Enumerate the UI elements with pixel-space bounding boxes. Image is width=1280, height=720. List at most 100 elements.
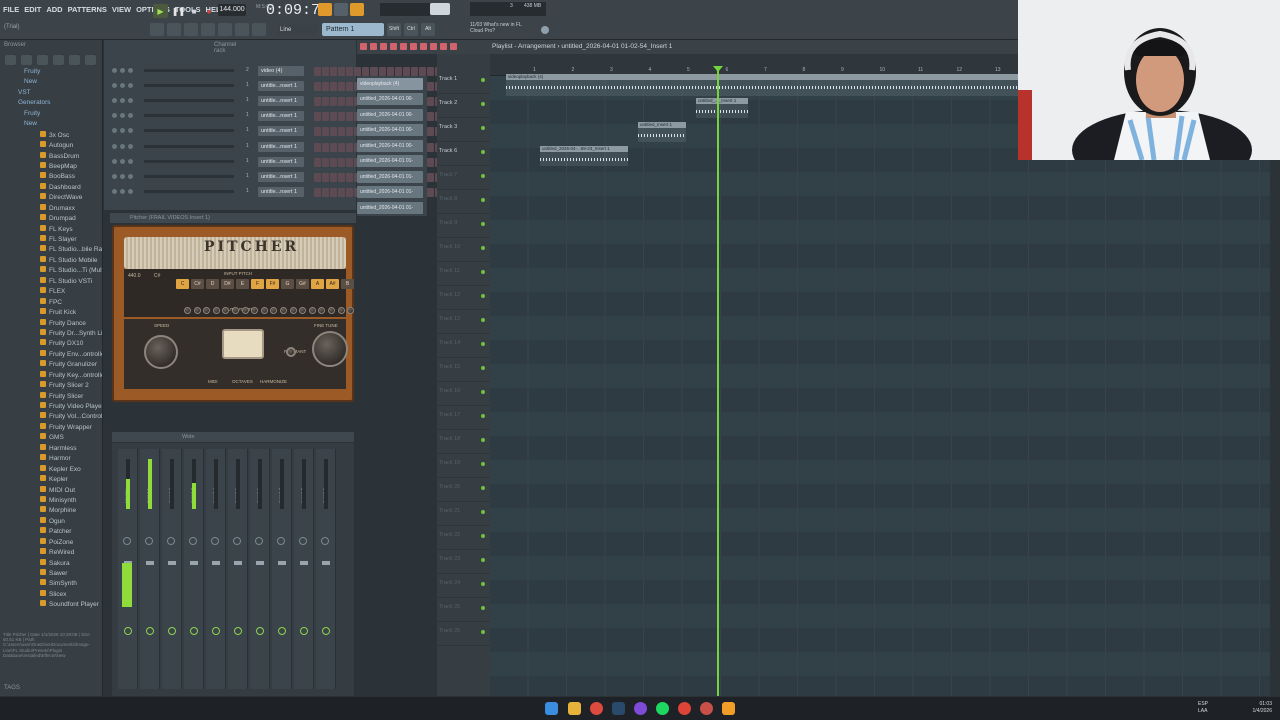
step-button[interactable] [338,142,346,152]
track-active-led[interactable] [481,174,485,178]
tempo-display[interactable]: 144.000 [218,4,246,16]
step-button[interactable] [338,97,346,107]
pitcher-key-button[interactable]: G# [296,279,309,289]
step-button[interactable] [314,187,322,197]
channel-led-icon[interactable] [120,188,125,194]
route-knob[interactable] [124,627,132,635]
track-active-led[interactable] [481,510,485,514]
track-active-led[interactable] [481,78,485,82]
chrome-icon[interactable] [590,702,603,715]
track-active-led[interactable] [481,582,485,586]
mixer-shortcut-icon[interactable] [201,23,215,36]
channel-led-icon[interactable] [112,143,117,149]
step-button[interactable] [386,67,394,76]
channel-led-icon[interactable] [120,83,125,89]
menu-patterns[interactable]: PATTERNS [68,5,107,14]
step-button[interactable] [346,97,354,107]
online-icon[interactable] [541,26,549,34]
browser-item[interactable]: Fruit Kick [4,308,102,318]
pitcher-small-knob[interactable] [328,307,335,314]
channel-row[interactable]: 1 untitle...nsert 1 [104,94,442,109]
browser-item[interactable]: Patcher [4,527,102,537]
pan-knob[interactable] [189,537,197,545]
record-button[interactable]: ● [203,4,215,18]
track-active-led[interactable] [481,534,485,538]
channel-row[interactable]: 2 video (4) [104,64,442,79]
browser-forward-icon[interactable] [37,55,48,65]
step-button[interactable] [322,112,330,122]
browser-item[interactable]: DirectWave [4,193,102,203]
browser-item[interactable]: Fruity Wrapper [4,422,102,433]
mode-shift-button[interactable]: Shift [387,23,401,36]
browser-item[interactable]: Drumpad [4,214,102,224]
channel-led-icon[interactable] [128,128,133,134]
volume-fader[interactable] [322,561,330,565]
step-button[interactable] [322,187,330,197]
step-button[interactable] [402,67,410,76]
zoom-icon[interactable] [440,43,447,50]
track-header[interactable]: Track 6 [437,142,490,166]
picker-item[interactable]: untitled_2026-04-01 01- [357,169,427,185]
browser-item[interactable]: Kepler [4,475,102,485]
steam-icon[interactable] [612,702,625,715]
browser-item[interactable]: GMS [4,433,102,443]
mixer-strip[interactable]: Insert 1 [140,449,160,689]
channel-slider[interactable] [144,84,234,88]
pitcher-small-knob[interactable] [184,307,191,314]
browser-item[interactable]: FLEX [4,287,102,297]
step-button[interactable] [314,112,322,122]
track-header[interactable]: Track 25 [437,598,490,622]
pattern-selector[interactable]: Pattern 1 [322,23,384,36]
browser-star-icon[interactable] [85,55,96,65]
browser-item[interactable]: New [4,120,102,130]
track-header[interactable]: Track 24 [437,574,490,598]
channel-name-button[interactable]: untitle...nsert 1 [258,171,304,182]
news-panel[interactable]: 11/03 What's new in FL Cloud Pro? [470,22,522,34]
pitcher-key-button[interactable]: F [251,279,264,289]
snap-selector[interactable]: Line [277,25,317,35]
channel-led-icon[interactable] [112,113,117,119]
channel-led-icon[interactable] [112,128,117,134]
route-knob[interactable] [234,627,242,635]
pitcher-small-knob[interactable] [212,307,220,314]
channel-mixer-track[interactable]: 1 [246,173,249,179]
draw-icon[interactable] [370,43,377,50]
playlist-shortcut-icon[interactable] [150,23,164,36]
track-header[interactable]: Track 13 [437,310,490,334]
pitcher-key-button[interactable]: G [281,279,294,289]
browser-item[interactable]: Generators [4,99,102,109]
browser-item[interactable]: Fruity Dr...Synth Live [4,328,102,339]
pitcher-key-button[interactable]: F# [266,279,279,289]
browser-item[interactable]: FL Studio VSTi [4,276,102,287]
track-active-led[interactable] [481,318,485,322]
track-active-led[interactable] [481,606,485,610]
channel-row[interactable]: 1 untitle...nsert 1 [104,124,442,139]
pitcher-key-button[interactable]: C# [191,279,204,289]
step-button[interactable] [426,187,434,197]
volume-fader[interactable] [146,561,154,565]
channel-name-button[interactable]: untitle...nsert 1 [258,96,304,107]
step-button[interactable] [322,172,330,182]
channel-led-icon[interactable] [128,83,133,89]
track-header[interactable]: Track 21 [437,502,490,526]
chrome-icon-2[interactable] [678,702,691,715]
step-button[interactable] [338,172,346,182]
channel-led-icon[interactable] [112,158,117,164]
step-button[interactable] [426,172,434,182]
track-header[interactable]: Track 8 [437,190,490,214]
channel-name-button[interactable]: untitle...nsert 1 [258,111,304,122]
route-knob[interactable] [190,627,198,635]
step-button[interactable] [322,82,330,92]
channel-led-icon[interactable] [120,113,125,119]
channel-mixer-track[interactable]: 1 [246,127,249,133]
step-button[interactable] [346,127,354,137]
audio-clip[interactable]: untitled_..._Insert 1 [696,98,748,118]
pitcher-window-title[interactable]: Pitcher (FRAIL VIDEOS Insert 1) [110,213,356,223]
channel-mixer-track[interactable]: 2 [246,67,249,73]
channel-slider[interactable] [144,114,234,118]
pitcher-key-button[interactable]: A [311,279,324,289]
pitcher-key-button[interactable]: E [236,279,249,289]
browser-item[interactable]: Fruity Vol...Controller [4,412,102,422]
browser-item[interactable]: FL Studio...bile Rack [4,245,102,255]
step-button[interactable] [362,67,370,76]
